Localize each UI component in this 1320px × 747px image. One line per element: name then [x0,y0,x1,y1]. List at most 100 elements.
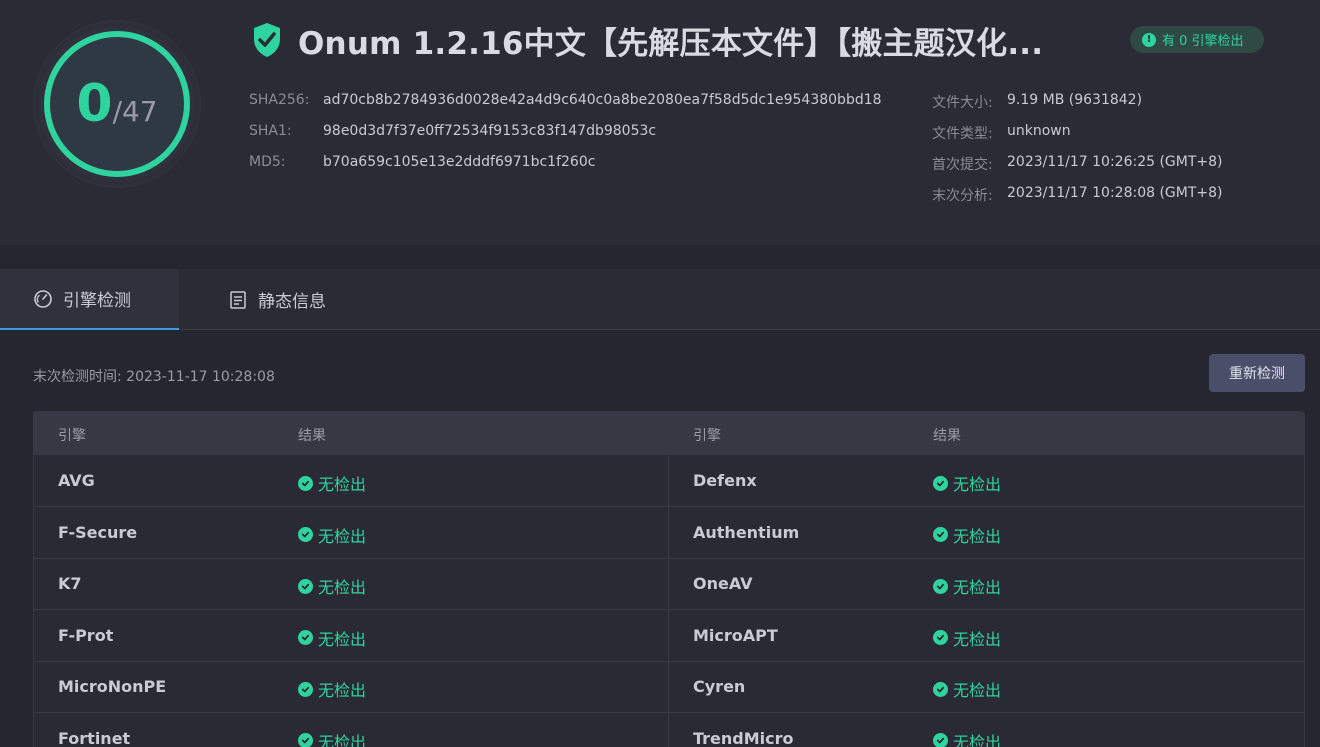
meta-label: 文件大小: [932,95,993,111]
engine-name: OneAV [693,574,753,593]
engine-result: 无检出 [298,574,366,598]
engine-result: 无检出 [933,677,1001,701]
check-circle-icon [933,527,948,542]
meta-value: unknown [1007,123,1071,139]
result-text: 无检出 [953,732,1002,747]
result-text: 无检出 [318,629,367,649]
engine-result: 无检出 [933,471,1001,495]
engine-name: Cyren [693,677,746,696]
hash-sha1: SHA1: 98e0d3d7f37e0ff72534f9153c83f147db… [249,123,656,139]
hash-value[interactable]: b70a659c105e13e2dddf6971bc1f260c [323,154,595,170]
meta-value: 9.19 MB (9631842) [1007,92,1143,108]
engine-result: 无检出 [298,523,366,547]
meta-file-size: 文件大小: 9.19 MB (9631842) [932,92,1142,112]
recheck-button[interactable]: 重新检测 [1209,354,1305,392]
tab-label: 静态信息 [258,292,326,312]
engine-name: Fortinet [58,728,131,747]
detection-badge: ! 有 0 引擎检出 [1130,26,1264,53]
engine-name: MicroAPT [693,625,778,645]
table-row: MicroNonPE 无检出 Cyren 无检出 [34,661,1304,713]
file-summary-header: 0 /47 Onum 1.2.16中文【先解压本文件】【搬主题汉化... ! 有… [0,0,1320,245]
exclamation-icon: ! [1142,32,1156,47]
engine-total: /47 [112,94,158,128]
check-circle-icon [933,475,948,491]
meta-value: 2023/11/17 10:26:25 (GMT+8) [1007,154,1223,170]
check-circle-icon [298,578,313,594]
engine-result: 无检出 [298,626,366,650]
meta-label: 文件类型: [932,126,993,142]
table-row: F-Prot 无检出 MicroAPT 无检出 [34,610,1304,662]
score-text: 0 /47 [33,20,201,188]
gauge-icon [34,289,52,308]
result-text: 无检出 [318,681,367,700]
result-text: 无检出 [318,578,367,597]
file-title: Onum 1.2.16中文【先解压本文件】【搬主题汉化... [298,25,1044,62]
check-circle-icon [298,527,313,542]
result-text: 无检出 [953,681,1002,700]
meta-value: 2023/11/17 10:28:08 (GMT+8) [1007,185,1223,201]
tab-engine-detection[interactable]: 引擎检测 [0,269,179,330]
result-text: 无检出 [953,578,1002,597]
tab-static-info[interactable]: 静态信息 [228,269,326,330]
table-row: Fortinet 无检出 TrendMicro 无检出 [34,713,1304,747]
result-text: 无检出 [318,475,367,494]
check-circle-icon [933,578,948,594]
table-row: K7 无检出 OneAV 无检出 [34,558,1304,610]
header-engine: 引擎 [693,428,721,444]
last-check-time: 末次检测时间: 2023-11-17 10:28:08 [33,369,275,385]
engine-results-table: 引擎 结果 引擎 结果 AVG 无检出 Defenx 无检出 F-Secure 无检出 Au… [33,411,1305,747]
hash-sha256: SHA256: ad70cb8b2784936d0028e42a4d9c640c… [249,92,882,108]
table-row: AVG 无检出 Defenx 无检出 [34,455,1304,507]
detection-badge-text: 有 0 引擎检出 [1162,34,1244,49]
detected-count: 0 [76,74,113,134]
engine-result: 无检出 [933,574,1001,598]
check-circle-icon [298,630,313,645]
result-text: 无检出 [953,629,1002,649]
hash-value[interactable]: ad70cb8b2784936d0028e42a4d9c640c0a8be208… [323,92,882,108]
check-circle-icon [298,681,313,697]
result-text: 无检出 [953,526,1002,546]
check-circle-icon [298,475,313,491]
check-circle-icon [933,733,948,747]
engine-result: 无检出 [298,677,366,701]
engine-result: 无检出 [933,626,1001,650]
engine-name: Authentium [693,522,800,542]
meta-file-type: 文件类型: unknown [932,123,1071,143]
table-row: F-Secure 无检出 Authentium 无检出 [34,507,1304,559]
meta-last-analysis: 末次分析: 2023/11/17 10:28:08 (GMT+8) [932,185,1223,205]
meta-first-submit: 首次提交: 2023/11/17 10:26:25 (GMT+8) [932,154,1223,174]
engine-name: TrendMicro [693,728,794,747]
engine-name: K7 [58,574,82,593]
shield-check-icon [254,23,280,57]
detection-score-ring: 0 /47 [33,20,201,188]
result-text: 无检出 [318,526,367,546]
header-result: 结果 [933,428,961,444]
file-title-row: Onum 1.2.16中文【先解压本文件】【搬主题汉化... [252,20,1044,62]
engine-name: AVG [58,471,95,490]
engine-name: Defenx [693,471,757,490]
engine-result: 无检出 [933,523,1001,547]
tab-bar: 引擎检测 静态信息 [0,269,1320,330]
engine-result: 无检出 [933,729,1001,747]
engine-result: 无检出 [298,729,366,747]
tab-label: 引擎检测 [63,291,131,311]
hash-value[interactable]: 98e0d3d7f37e0ff72534f9153c83f147db98053c [323,123,656,139]
hash-md5: MD5: b70a659c105e13e2dddf6971bc1f260c [249,154,595,170]
header-result: 结果 [298,428,326,444]
hash-label: MD5: [249,154,286,170]
meta-label: 末次分析: [932,188,993,204]
engine-name: MicroNonPE [58,677,167,696]
engine-name: F-Secure [58,522,138,542]
check-circle-icon [933,681,948,697]
header-engine: 引擎 [58,428,86,444]
check-circle-icon [298,733,313,747]
check-circle-icon [933,630,948,645]
engine-result: 无检出 [298,471,366,495]
result-text: 无检出 [953,475,1002,494]
hash-label: SHA1: [249,123,292,139]
result-text: 无检出 [318,732,367,747]
table-header: 引擎 结果 引擎 结果 [34,412,1304,455]
document-list-icon [230,290,246,309]
engine-name: F-Prot [58,625,114,645]
meta-label: 首次提交: [932,157,993,173]
